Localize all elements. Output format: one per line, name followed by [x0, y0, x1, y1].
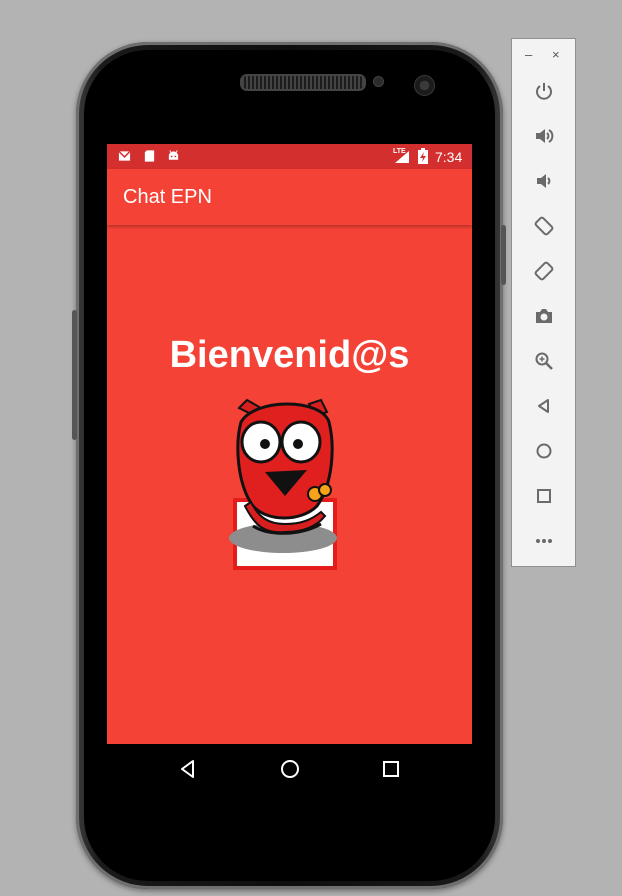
- power-button[interactable]: [532, 79, 556, 103]
- volume-up-button[interactable]: [532, 124, 556, 148]
- home-icon[interactable]: [279, 758, 301, 780]
- navigation-bar: [107, 744, 472, 793]
- toolbar-overview-button[interactable]: [532, 484, 556, 508]
- minimize-button[interactable]: –: [525, 47, 532, 62]
- recents-icon[interactable]: [380, 758, 402, 780]
- emulator-toolbar: – ×: [511, 38, 576, 567]
- back-icon: [538, 399, 549, 413]
- phone-speaker: [240, 74, 366, 91]
- rotate-right-button[interactable]: [532, 259, 556, 283]
- screenshot-button[interactable]: [532, 304, 556, 328]
- phone-sensor: [373, 76, 384, 87]
- zoom-icon: [535, 352, 553, 370]
- app-screen: LTE 7:34 Chat EPN Bienvenid@s: [107, 144, 472, 793]
- phone-power-button: [501, 225, 506, 285]
- battery-charging-icon: [418, 148, 428, 164]
- sd-card-icon: [144, 150, 155, 162]
- volume-down-icon: [537, 174, 551, 188]
- more-button[interactable]: [532, 529, 556, 553]
- app-bar: Chat EPN: [107, 169, 472, 225]
- rotate-left-icon: [534, 216, 554, 236]
- back-icon[interactable]: [177, 758, 199, 780]
- zoom-button[interactable]: [532, 349, 556, 373]
- red-devil-mascot-image: [229, 398, 337, 570]
- camera-icon: [536, 309, 552, 323]
- gmail-icon: [118, 150, 131, 161]
- android-icon: [168, 150, 179, 160]
- close-button[interactable]: ×: [552, 47, 560, 62]
- toolbar-back-button[interactable]: [532, 394, 556, 418]
- phone-volume-button: [72, 310, 77, 440]
- home-icon: [536, 443, 552, 459]
- power-icon: [536, 83, 552, 100]
- toolbar-home-button[interactable]: [532, 439, 556, 463]
- volume-up-icon: [536, 129, 554, 143]
- status-time: 7:34: [435, 149, 463, 165]
- rotate-left-button[interactable]: [532, 214, 556, 238]
- app-title: Chat EPN: [123, 186, 212, 208]
- signal-icon: [395, 151, 409, 163]
- rotate-right-icon: [534, 261, 554, 281]
- status-bar: LTE 7:34: [107, 144, 472, 169]
- front-camera: [414, 75, 435, 96]
- more-icon: [536, 539, 552, 543]
- welcome-heading: Bienvenid@s: [169, 334, 410, 376]
- overview-icon: [537, 489, 551, 503]
- volume-down-button[interactable]: [532, 169, 556, 193]
